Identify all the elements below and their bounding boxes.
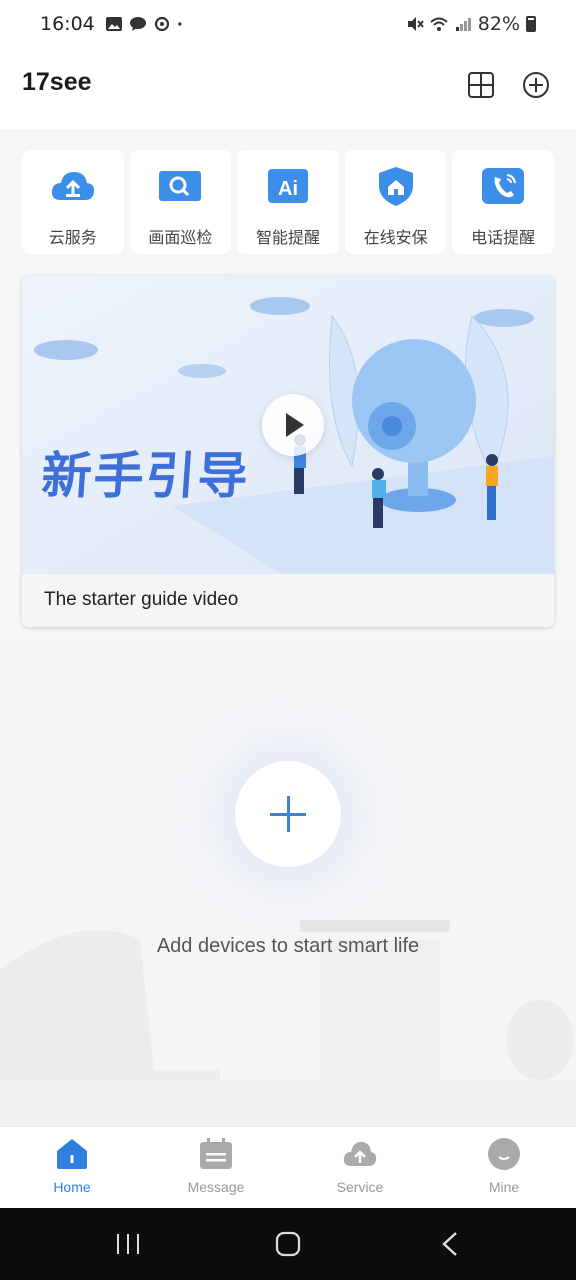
shield-home-icon xyxy=(378,167,413,206)
android-nav-bar xyxy=(0,1208,576,1280)
home-nav-icon[interactable] xyxy=(272,1230,304,1258)
tab-label: Home xyxy=(53,1179,91,1195)
service-label: 云服务 xyxy=(48,228,97,247)
service-cloud[interactable]: 云服务 xyxy=(22,150,124,254)
tab-service[interactable]: Service xyxy=(288,1127,432,1208)
cloud-upload-icon xyxy=(343,1142,377,1166)
inspection-icon xyxy=(159,171,202,201)
starter-guide-banner[interactable]: 新手引导 The starter guide video xyxy=(22,276,554,627)
bottom-tab-bar: Home Message Service Mine xyxy=(0,1126,576,1208)
plus-icon xyxy=(270,796,306,832)
empty-state-message: Add devices to start smart life xyxy=(156,935,420,957)
tab-label: Mine xyxy=(488,1179,520,1195)
cloud-upload-icon xyxy=(51,172,94,200)
service-label: 智能提醒 xyxy=(255,228,320,247)
tab-message[interactable]: Message xyxy=(144,1127,288,1208)
calendar-message-icon xyxy=(200,1138,232,1169)
battery-icon xyxy=(526,16,536,32)
play-icon[interactable] xyxy=(262,394,324,456)
svg-text:Ai: Ai xyxy=(278,178,298,200)
service-smart-alert[interactable]: Ai 智能提醒 xyxy=(237,150,339,254)
service-phone-alert[interactable]: 电话提醒 xyxy=(452,150,554,254)
tab-label: Service xyxy=(336,1179,384,1195)
chat-bubble-icon xyxy=(129,17,146,31)
dot-icon xyxy=(177,22,182,26)
mute-icon xyxy=(407,17,424,31)
service-security[interactable]: 在线安保 xyxy=(344,150,447,254)
service-shortcuts: 云服务 画面巡检 Ai 智能提醒 在线安保 电话提醒 xyxy=(22,150,554,254)
add-device-button[interactable] xyxy=(235,761,341,867)
battery-percent: 82% xyxy=(477,13,520,35)
recent-apps-icon[interactable] xyxy=(112,1230,144,1258)
wifi-icon xyxy=(430,17,448,31)
add-circle-icon[interactable] xyxy=(521,70,551,100)
app-header: 17see xyxy=(0,48,576,129)
profile-icon xyxy=(488,1138,520,1170)
status-left-icons xyxy=(105,16,187,32)
status-time: 16:04 xyxy=(40,13,95,35)
signal-icon xyxy=(455,18,471,31)
service-inspection[interactable]: 画面巡检 xyxy=(129,150,232,254)
banner-caption: The starter guide video xyxy=(44,589,239,610)
service-label: 电话提醒 xyxy=(471,228,536,247)
grid-view-icon[interactable] xyxy=(466,70,496,100)
status-bar: 16:04 82% xyxy=(0,0,576,48)
home-icon xyxy=(57,1139,87,1169)
gallery-icon xyxy=(105,17,122,31)
tab-mine[interactable]: Mine xyxy=(432,1127,576,1208)
back-icon[interactable] xyxy=(434,1230,466,1258)
empty-state-background xyxy=(0,640,576,1126)
service-label: 画面巡检 xyxy=(148,228,213,247)
sync-icon xyxy=(154,16,169,32)
service-label: 在线安保 xyxy=(363,228,428,247)
status-right: 82% xyxy=(406,13,536,35)
ai-icon: Ai xyxy=(267,169,308,203)
phone-call-icon xyxy=(482,168,525,204)
tab-home[interactable]: Home xyxy=(0,1127,144,1208)
tab-label: Message xyxy=(187,1179,245,1195)
app-title: 17see xyxy=(22,68,92,96)
banner-headline: 新手引导 xyxy=(39,447,252,505)
